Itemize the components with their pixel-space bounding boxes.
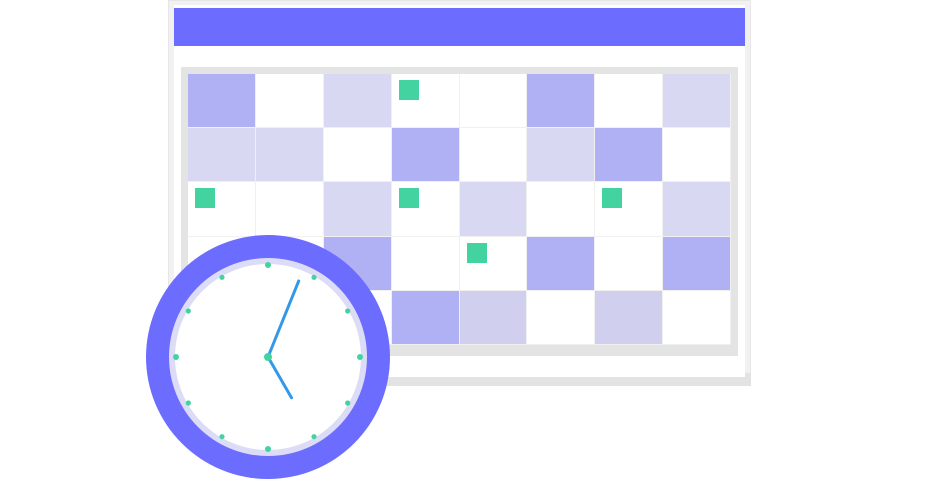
calendar-day-cell (255, 128, 323, 182)
clock-center-pin (264, 353, 272, 361)
calendar-day-cell (323, 128, 391, 182)
calendar-day-cell (527, 74, 595, 128)
clock-tick (219, 274, 225, 280)
calendar-day-cell (663, 290, 730, 344)
clock-tick (265, 446, 271, 452)
calendar-day-cell (459, 290, 527, 344)
clock-tick (173, 354, 179, 360)
calendar-day-cell (595, 290, 663, 344)
calendar-day-cell (391, 128, 459, 182)
clock-tick (219, 434, 225, 440)
calendar-day-cell (188, 74, 255, 128)
calendar-day-cell (323, 182, 391, 236)
calendar-day-cell (459, 182, 527, 236)
calendar-day-cell (595, 74, 663, 128)
clock-tick (185, 400, 191, 406)
clock-tick (311, 274, 317, 280)
calendar-header-bar (174, 8, 745, 46)
calendar-day-cell (255, 74, 323, 128)
calendar-day-cell (527, 182, 595, 236)
calendar-day-cell (595, 236, 663, 290)
calendar-day-cell (188, 128, 255, 182)
clock-tick (185, 308, 191, 314)
calendar-day-cell (391, 290, 459, 344)
clock-icon (146, 235, 390, 479)
clock-tick (345, 400, 351, 406)
calendar-clock-illustration (0, 0, 928, 500)
calendar-day-cell (459, 128, 527, 182)
calendar-day-cell (527, 290, 595, 344)
calendar-day-cell (663, 74, 730, 128)
calendar-event-marker (195, 188, 215, 209)
calendar-day-cell (323, 74, 391, 128)
clock-tick (311, 434, 317, 440)
clock-tick (265, 262, 271, 268)
calendar-day-cell (663, 182, 730, 236)
calendar-day-cell (595, 128, 663, 182)
clock-tick (345, 308, 351, 314)
calendar-day-cell (527, 128, 595, 182)
calendar-event-marker (602, 188, 623, 209)
calendar-event-marker (466, 242, 487, 263)
calendar-day-cell (255, 182, 323, 236)
calendar-day-cell (663, 236, 730, 290)
calendar-day-cell (391, 236, 459, 290)
calendar-day-cell (459, 74, 527, 128)
clock-tick (357, 354, 363, 360)
calendar-day-cell (663, 128, 730, 182)
calendar-day-cell (527, 236, 595, 290)
calendar-event-marker (398, 188, 419, 209)
calendar-event-marker (398, 80, 419, 100)
